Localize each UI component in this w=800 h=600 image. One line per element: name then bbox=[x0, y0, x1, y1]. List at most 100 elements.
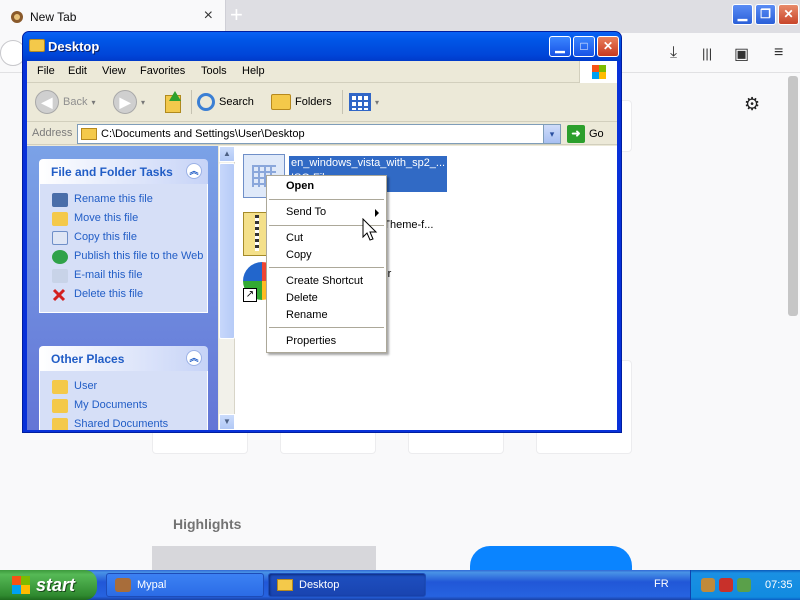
email-icon bbox=[52, 269, 68, 283]
place-my-documents-link[interactable]: My Documents bbox=[52, 396, 207, 415]
taskbar-button-mypal[interactable]: Mypal bbox=[106, 573, 264, 597]
other-places-list: User My Documents Shared Documents bbox=[39, 371, 208, 430]
menu-tools[interactable]: Tools bbox=[201, 65, 227, 77]
email-file-link[interactable]: E-mail this file bbox=[52, 266, 207, 285]
downloads-icon[interactable]: ⤓ bbox=[670, 44, 677, 62]
go-button[interactable]: ➜ Go bbox=[567, 125, 604, 143]
taskbar-button-label: Mypal bbox=[137, 579, 167, 591]
browser-scrollbar[interactable] bbox=[788, 76, 798, 316]
views-button[interactable]: ▾ bbox=[349, 89, 379, 115]
task-pane: File and Folder Tasks ︽ Rename this file… bbox=[27, 146, 218, 430]
other-places-title: Other Places bbox=[51, 352, 125, 366]
browser-minimize-button[interactable]: ▁ bbox=[732, 4, 753, 25]
address-input[interactable]: C:\Documents and Settings\User\Desktop ▾ bbox=[77, 124, 561, 144]
folders-button[interactable]: Folders bbox=[271, 89, 332, 115]
publish-web-link[interactable]: Publish this file to the Web bbox=[52, 247, 207, 266]
place-shared-documents-label: Shared Documents bbox=[74, 418, 169, 430]
start-button[interactable]: start bbox=[0, 570, 97, 600]
browser-tab-new-tab[interactable]: New Tab × bbox=[0, 0, 226, 33]
sidebar-icon[interactable]: ▣ bbox=[734, 44, 749, 64]
search-button[interactable]: Search bbox=[197, 89, 254, 115]
new-tab-button[interactable]: + bbox=[230, 4, 243, 26]
other-places-panel: Other Places ︽ User My Documents Shared … bbox=[39, 346, 208, 430]
chevron-down-icon[interactable]: ▾ bbox=[141, 98, 145, 107]
move-file-label: Move this file bbox=[74, 212, 139, 224]
place-user-link[interactable]: User bbox=[52, 377, 207, 396]
vertical-scrollbar[interactable]: ▲ ▼ bbox=[219, 146, 235, 430]
standard-toolbar: ◀ Back ▾ ▶ ▾ Search Folders ▾ bbox=[27, 84, 617, 122]
ctx-open[interactable]: Open bbox=[286, 180, 314, 192]
maximize-button[interactable]: □ bbox=[573, 36, 595, 57]
language-indicator[interactable]: FR bbox=[654, 578, 669, 590]
go-label: Go bbox=[589, 128, 604, 140]
tab-close-icon[interactable]: × bbox=[204, 7, 213, 25]
menu-edit[interactable]: Edit bbox=[68, 65, 87, 77]
menu-file[interactable]: File bbox=[37, 65, 55, 77]
copy-file-link[interactable]: Copy this file bbox=[52, 228, 207, 247]
back-arrow-icon: ◀ bbox=[35, 90, 59, 114]
rename-file-link[interactable]: Rename this file bbox=[52, 190, 207, 209]
taskbar-button-label: Desktop bbox=[299, 579, 340, 591]
windows-flag-icon bbox=[12, 576, 30, 594]
mouse-cursor-icon bbox=[362, 218, 378, 241]
mypal-icon bbox=[115, 578, 131, 592]
chevron-down-icon: ▾ bbox=[375, 97, 380, 107]
globe-icon bbox=[52, 250, 68, 264]
search-icon bbox=[197, 93, 215, 111]
browser-maximize-button[interactable]: ❐ bbox=[755, 4, 776, 25]
menu-icon[interactable]: ≡ bbox=[774, 44, 783, 62]
collapse-icon[interactable]: ︽ bbox=[186, 350, 202, 366]
tray-app-icon[interactable] bbox=[701, 578, 715, 592]
menu-view[interactable]: View bbox=[102, 65, 126, 77]
taskbar-button-desktop[interactable]: Desktop bbox=[268, 573, 426, 597]
minimize-button[interactable]: ▁ bbox=[549, 36, 571, 57]
close-button[interactable]: ✕ bbox=[597, 36, 619, 57]
move-file-link[interactable]: Move this file bbox=[52, 209, 207, 228]
file-folder-tasks-panel: File and Folder Tasks ︽ Rename this file… bbox=[39, 159, 208, 313]
forward-button[interactable]: ▶ ▾ bbox=[113, 89, 145, 115]
explorer-title-bar[interactable]: Desktop ▁ □ ✕ bbox=[23, 32, 621, 61]
forward-arrow-icon: ▶ bbox=[113, 90, 137, 114]
place-shared-documents-link[interactable]: Shared Documents bbox=[52, 415, 207, 430]
clock: 07:35 bbox=[765, 579, 793, 591]
library-icon[interactable]: ||| bbox=[702, 46, 712, 61]
chevron-down-icon[interactable]: ▾ bbox=[543, 125, 560, 143]
file-folder-tasks-list: Rename this file Move this file Copy thi… bbox=[39, 184, 208, 313]
chevron-down-icon[interactable]: ▾ bbox=[91, 98, 95, 107]
scroll-down-icon[interactable]: ▼ bbox=[219, 414, 235, 430]
ctx-copy[interactable]: Copy bbox=[286, 249, 312, 261]
settings-gear-icon[interactable]: ⚙ bbox=[744, 94, 760, 115]
start-label: start bbox=[36, 574, 76, 595]
folder-icon bbox=[52, 418, 68, 430]
ctx-delete[interactable]: Delete bbox=[286, 292, 318, 304]
other-places-header[interactable]: Other Places ︽ bbox=[39, 346, 208, 371]
ctx-send-to[interactable]: Send To bbox=[286, 206, 326, 218]
scroll-up-icon[interactable]: ▲ bbox=[219, 146, 235, 162]
menu-favorites[interactable]: Favorites bbox=[140, 65, 185, 77]
ctx-create-shortcut[interactable]: Create Shortcut bbox=[286, 275, 363, 287]
menu-help[interactable]: Help bbox=[242, 65, 265, 77]
address-label: Address bbox=[32, 127, 73, 139]
highlights-heading: Highlights bbox=[173, 516, 242, 532]
tray-network-icon[interactable] bbox=[737, 578, 751, 592]
file-folder-tasks-header[interactable]: File and Folder Tasks ︽ bbox=[39, 159, 208, 184]
delete-file-link[interactable]: Delete this file bbox=[52, 285, 207, 304]
ctx-properties[interactable]: Properties bbox=[286, 335, 336, 347]
toolbar-divider bbox=[342, 90, 343, 114]
publish-web-label: Publish this file to the Web bbox=[74, 250, 204, 262]
ctx-cut[interactable]: Cut bbox=[286, 232, 303, 244]
collapse-icon[interactable]: ︽ bbox=[186, 163, 202, 179]
browser-tab-title: New Tab bbox=[30, 9, 77, 24]
back-button[interactable]: ◀ Back ▾ bbox=[35, 89, 95, 115]
scroll-thumb[interactable] bbox=[219, 163, 235, 339]
browser-close-button[interactable]: ✕ bbox=[778, 4, 799, 25]
up-folder-button[interactable] bbox=[163, 89, 183, 115]
copy-icon bbox=[52, 231, 68, 245]
menu-divider bbox=[269, 199, 384, 200]
search-label: Search bbox=[219, 96, 254, 108]
file-folder-tasks-title: File and Folder Tasks bbox=[51, 165, 173, 179]
menu-divider bbox=[269, 267, 384, 268]
security-shield-icon[interactable] bbox=[719, 578, 733, 592]
menu-bar: File Edit View Favorites Tools Help bbox=[27, 61, 617, 83]
ctx-rename[interactable]: Rename bbox=[286, 309, 328, 321]
